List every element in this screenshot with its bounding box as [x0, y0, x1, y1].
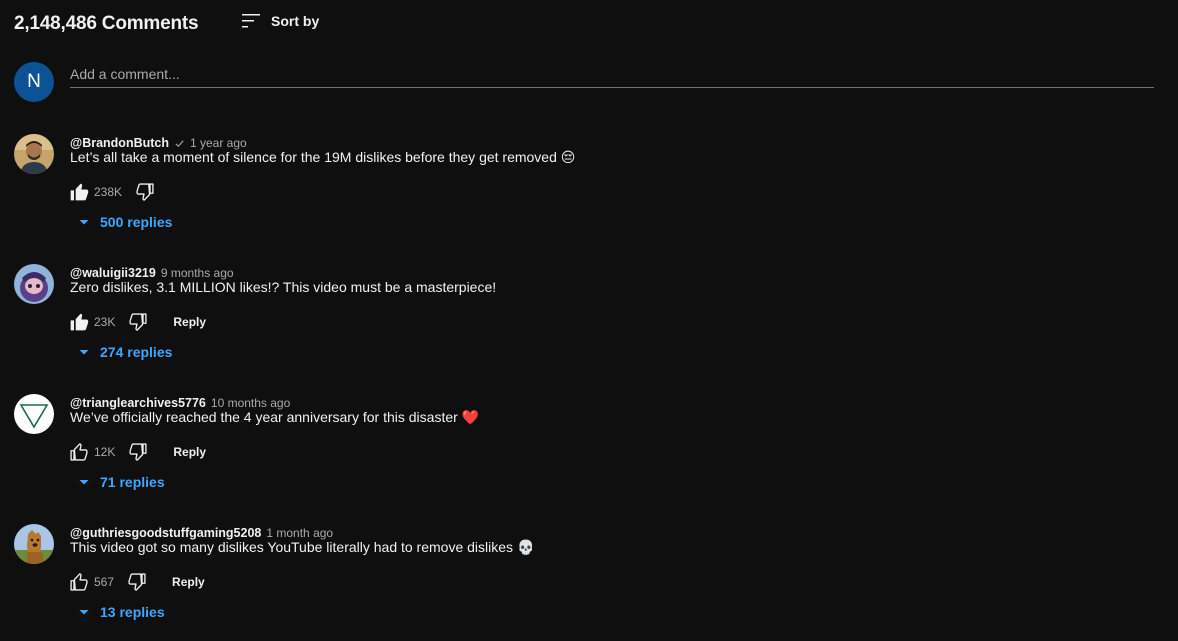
skull-emoji: 💀: [516, 539, 535, 555]
dislike-button[interactable]: [127, 311, 149, 333]
dislike-button[interactable]: [126, 571, 148, 593]
comment-text: We’ve officially reached the 4 year anni…: [70, 409, 479, 426]
comment-actions: 567 Reply: [68, 569, 205, 595]
triangle-logo-icon: [14, 394, 54, 434]
comment-actions: 12K Reply: [68, 439, 206, 465]
replies-count: 500 replies: [100, 214, 173, 230]
avatar[interactable]: [14, 134, 54, 174]
comments-header: 2,148,486 Comments: [14, 10, 199, 38]
thumbs-down-icon: [129, 443, 147, 461]
thumbs-down-icon: [128, 573, 146, 591]
view-replies-button[interactable]: 274 replies: [78, 342, 172, 362]
add-comment-input[interactable]: [70, 62, 1154, 88]
comment-author[interactable]: @BrandonButch: [70, 136, 169, 150]
like-button[interactable]: [68, 311, 90, 333]
comment-body: We’ve officially reached the 4 year anni…: [70, 409, 458, 425]
user-photo-icon: [14, 134, 54, 174]
reply-button[interactable]: Reply: [173, 315, 206, 329]
avatar[interactable]: [14, 524, 54, 564]
dislike-button[interactable]: [127, 441, 149, 463]
pensive-emoji: 😔: [560, 149, 576, 165]
replies-count: 274 replies: [100, 344, 173, 360]
sort-by-label: Sort by: [271, 13, 320, 29]
verified-check-icon: [175, 139, 184, 147]
dislike-button[interactable]: [134, 181, 156, 203]
comment-time[interactable]: 9 months ago: [161, 266, 234, 280]
like-button[interactable]: [68, 181, 90, 203]
comment-time[interactable]: 10 months ago: [211, 396, 290, 410]
like-count: 567: [94, 575, 115, 589]
comment-time[interactable]: 1 year ago: [190, 136, 247, 150]
replies-count: 71 replies: [100, 474, 165, 490]
view-replies-button[interactable]: 71 replies: [78, 472, 165, 492]
user-character-icon: [14, 264, 54, 304]
comment-text: This video got so many dislikes YouTube …: [70, 539, 534, 556]
thumbs-up-icon: [70, 573, 88, 591]
reply-button[interactable]: Reply: [173, 445, 206, 459]
comment-author[interactable]: @trianglearchives5776: [70, 396, 206, 410]
sort-by-button[interactable]: Sort by: [241, 11, 319, 31]
comment-body: Zero dislikes, 3.1 MILLION likes!? This …: [70, 279, 497, 295]
comment-actions: 238K: [68, 179, 156, 205]
avatar[interactable]: [14, 394, 54, 434]
comment-author[interactable]: @guthriesgoodstuffgaming5208: [70, 526, 261, 540]
caret-down-icon: [79, 610, 89, 615]
caret-down-icon: [79, 220, 89, 225]
caret-down-icon: [79, 350, 89, 355]
comment-body: Let’s all take a moment of silence for t…: [70, 149, 557, 165]
caret-down-icon: [79, 480, 89, 485]
dog-photo-icon: [14, 524, 54, 564]
like-count: 12K: [94, 445, 116, 459]
replies-count: 13 replies: [100, 604, 165, 620]
thumbs-up-filled-icon: [70, 313, 89, 331]
reply-button[interactable]: Reply: [172, 575, 205, 589]
like-button[interactable]: [68, 441, 90, 463]
comment-composer: N: [14, 62, 1154, 102]
comment-count: 2,148,486 Comments: [14, 13, 199, 34]
comments-section: 2,148,486 Comments Sort by N @BrandonBut…: [0, 0, 1178, 641]
comment-time[interactable]: 1 month ago: [266, 526, 333, 540]
thumbs-down-icon: [129, 313, 147, 331]
view-replies-button[interactable]: 500 replies: [78, 212, 172, 232]
comment-actions: 23K Reply: [68, 309, 206, 335]
like-button[interactable]: [68, 571, 90, 593]
avatar[interactable]: [14, 264, 54, 304]
sort-icon: [242, 14, 260, 28]
heart-emoji: ❤️: [461, 409, 480, 425]
comment-author[interactable]: @waluigii3219: [70, 266, 156, 280]
comment-text: Let’s all take a moment of silence for t…: [70, 149, 575, 166]
thumbs-up-icon: [70, 443, 88, 461]
like-count: 23K: [94, 315, 116, 329]
like-count: 238K: [94, 185, 123, 199]
thumbs-up-filled-icon: [70, 183, 89, 201]
thumbs-down-icon: [136, 183, 154, 201]
comment-text: Zero dislikes, 3.1 MILLION likes!? This …: [70, 279, 496, 295]
comment-body: This video got so many dislikes YouTube …: [70, 539, 514, 555]
view-replies-button[interactable]: 13 replies: [78, 602, 165, 622]
my-avatar[interactable]: N: [14, 62, 54, 102]
